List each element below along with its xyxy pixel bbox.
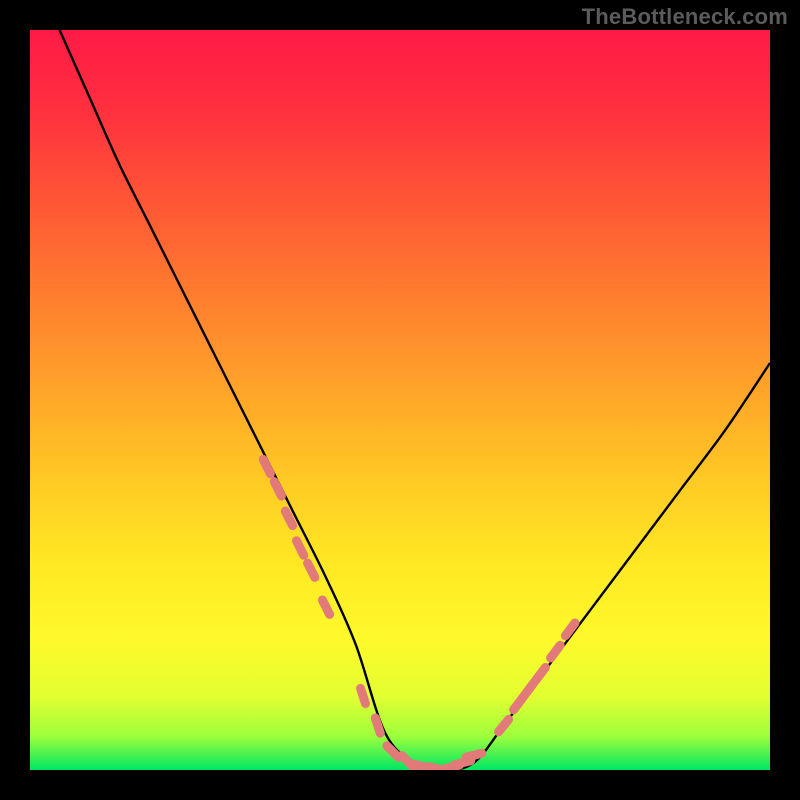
highlight-dash: [466, 753, 482, 757]
highlight-dash: [455, 761, 471, 765]
watermark-text: TheBottleneck.com: [582, 4, 788, 30]
highlight-dash: [361, 688, 366, 703]
chart-stage: TheBottleneck.com: [0, 0, 800, 800]
gradient-background: [30, 30, 770, 770]
bottleneck-chart: [0, 0, 800, 800]
highlight-dash: [375, 718, 380, 733]
